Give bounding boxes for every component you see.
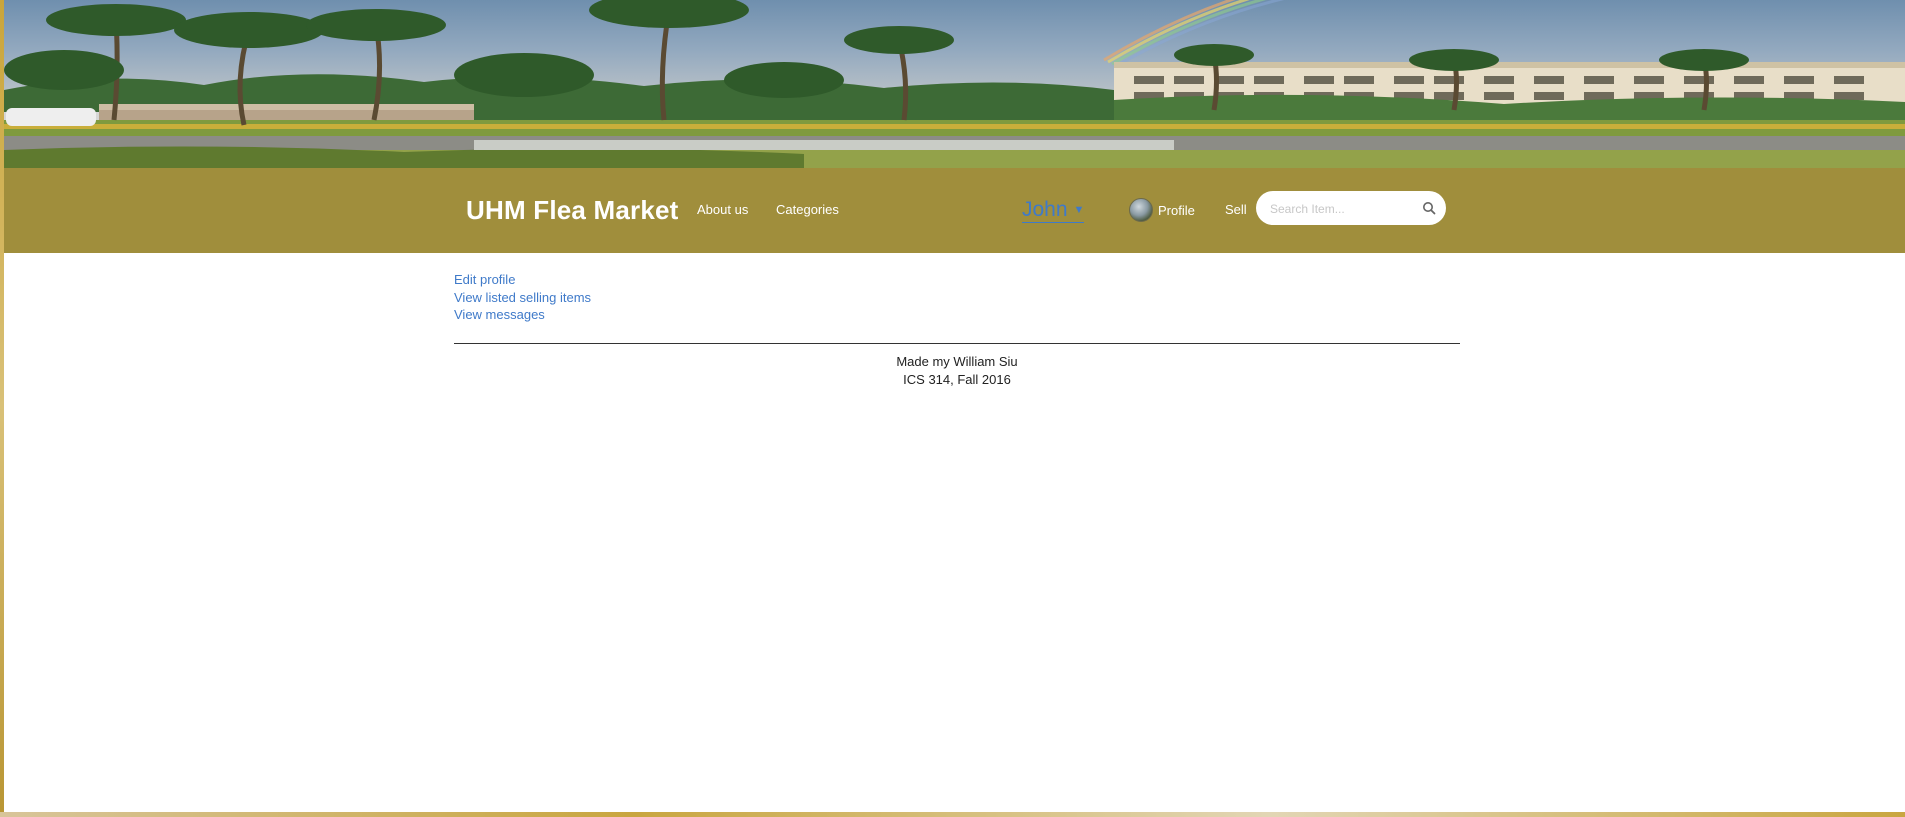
- view-messages-link[interactable]: View messages: [454, 306, 545, 323]
- search-input[interactable]: [1268, 199, 1412, 219]
- nav-sell[interactable]: Sell: [1225, 201, 1247, 219]
- campus-banner-image: [4, 0, 1905, 168]
- brand-link[interactable]: UHM Flea Market: [466, 193, 679, 227]
- search-icon[interactable]: [1422, 201, 1436, 215]
- nav-about-us[interactable]: About us: [697, 201, 748, 219]
- view-selling-items-link[interactable]: View listed selling items: [454, 289, 591, 306]
- page: UHM Flea Market About us Categories John…: [4, 0, 1905, 812]
- user-dropdown[interactable]: John ▼: [1022, 198, 1085, 223]
- user-name: John: [1022, 198, 1068, 221]
- nav-profile[interactable]: Profile: [1129, 196, 1195, 224]
- footer-credit: Made my William Siu: [896, 354, 1018, 369]
- edit-profile-link[interactable]: Edit profile: [454, 271, 515, 288]
- caret-down-icon: ▼: [1073, 204, 1085, 216]
- navbar: UHM Flea Market About us Categories John…: [4, 168, 1905, 253]
- nav-profile-label: Profile: [1158, 202, 1195, 218]
- nav-categories[interactable]: Categories: [776, 201, 839, 219]
- footer-divider: [454, 343, 1460, 344]
- footer-course: ICS 314, Fall 2016: [903, 372, 1011, 387]
- search-box: [1256, 191, 1446, 225]
- window-edge-bottom: [0, 812, 1905, 817]
- avatar: [1129, 198, 1153, 222]
